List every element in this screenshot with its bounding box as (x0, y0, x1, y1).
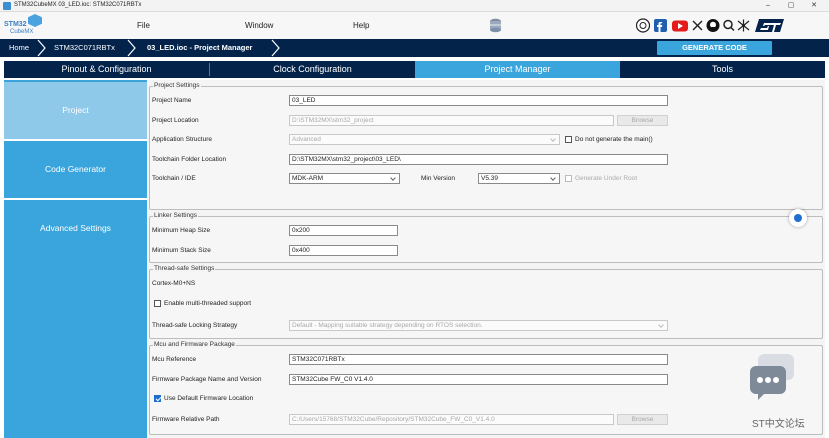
search-icon[interactable] (723, 19, 735, 32)
maximize-button[interactable]: ▢ (780, 0, 802, 12)
min-heap-size-label: Minimum Heap Size (152, 227, 211, 234)
application-structure-label: Application Structure (152, 136, 212, 143)
anniversary-icon[interactable] (636, 18, 651, 33)
social-links (636, 18, 784, 33)
help-bubble-icon[interactable] (789, 209, 807, 227)
st-logo-icon[interactable] (755, 19, 784, 32)
x-icon[interactable] (692, 20, 703, 31)
project-name-label: Project Name (152, 97, 192, 104)
toolchain-ide-label: Toolchain / IDE (152, 175, 196, 182)
tab-pinout-configuration[interactable]: Pinout & Configuration (4, 61, 209, 78)
core-label: Cortex-M0+NS (152, 280, 196, 287)
project-manager-content: Project Settings Project Name 03_LED Pro… (147, 80, 825, 438)
chevron-right-icon (37, 39, 46, 57)
thread-safe-settings-title: Thread-safe Settings (153, 265, 216, 272)
forum-label: ST中文论坛 (752, 419, 805, 430)
locking-strategy-select[interactable]: Default - Mapping suitable strategy depe… (289, 320, 668, 331)
mcu-reference-label: Mcu Reference (152, 356, 197, 363)
linker-settings-group: Linker Settings Minimum Heap Size 0x200 … (149, 212, 823, 263)
menu-window[interactable]: Window (245, 21, 273, 30)
cube-icon (28, 14, 42, 27)
stm32cubemx-logo: STM32 CubeMX (4, 14, 44, 38)
tab-project-manager[interactable]: Project Manager (415, 61, 620, 78)
mcu-reference-input[interactable]: STM32C071RBTx (289, 354, 668, 365)
title-bar: STM32CubeMX 03_LED.ioc: STM32C071RBTx – … (0, 0, 829, 12)
facebook-icon[interactable] (654, 19, 667, 32)
min-heap-size-input[interactable]: 0x200 (289, 225, 398, 236)
sidenav-item-project[interactable]: Project (4, 82, 147, 139)
toolchain-ide-select[interactable]: MDK-ARM (289, 173, 400, 184)
firmware-package-name-input[interactable]: STM32Cube FW_C0 V1.4.0 (289, 374, 668, 385)
mcu-firmware-package-group: Mcu and Firmware Package Mcu Reference S… (149, 341, 823, 435)
chevron-right-icon (127, 39, 136, 57)
sidenav-item-advanced-settings[interactable]: Advanced Settings (4, 200, 147, 257)
sidenav-item-code-generator[interactable]: Code Generator (4, 141, 147, 198)
do-not-generate-main-label: Do not generate the main() (575, 136, 653, 143)
use-default-firmware-location-label: Use Default Firmware Location (164, 395, 254, 402)
minimize-button[interactable]: – (757, 0, 779, 12)
main-tabs: Pinout & Configuration Clock Configurati… (4, 61, 825, 78)
min-stack-size-label: Minimum Stack Size (152, 247, 211, 254)
linker-settings-title: Linker Settings (153, 212, 198, 219)
breadcrumb: Home STM32C071RBTx 03_LED.ioc - Project … (0, 39, 829, 57)
toolchain-folder-input[interactable]: D:\STM32MX\stm32_project\03_LED\ (289, 154, 668, 165)
breadcrumb-home[interactable]: Home (9, 39, 29, 57)
github-icon[interactable] (706, 19, 720, 32)
tab-tools[interactable]: Tools (620, 61, 825, 78)
mcu-firmware-package-title: Mcu and Firmware Package (153, 341, 236, 348)
toolchain-folder-label: Toolchain Folder Location (152, 156, 227, 163)
min-version-select[interactable]: V5.39 (478, 173, 560, 184)
use-default-firmware-location-checkbox[interactable] (154, 395, 161, 402)
thread-safe-settings-group: Thread-safe Settings Cortex-M0+NS Enable… (149, 265, 823, 339)
min-version-label: Min Version (421, 175, 455, 182)
menu-help[interactable]: Help (353, 21, 369, 30)
window-title: STM32CubeMX 03_LED.ioc: STM32C071RBTx (14, 2, 142, 8)
project-name-input[interactable]: 03_LED (289, 95, 668, 106)
generate-under-root-label: Generate Under Root (575, 175, 638, 182)
generate-code-button[interactable]: GENERATE CODE (657, 41, 772, 55)
breadcrumb-project[interactable]: 03_LED.ioc - Project Manager (147, 39, 252, 57)
generate-under-root-checkbox[interactable] (565, 175, 572, 182)
project-settings-group: Project Settings Project Name 03_LED Pro… (149, 82, 823, 210)
chevron-right-icon (271, 39, 280, 57)
menu-bar: STM32 CubeMX File Window Help (0, 12, 829, 39)
breadcrumb-mcu[interactable]: STM32C071RBTx (54, 39, 115, 57)
project-settings-title: Project Settings (153, 82, 201, 89)
project-location-input[interactable]: D:\STM32MX\stm32_project (289, 115, 614, 126)
logo-text-cubemx: CubeMX (10, 29, 34, 35)
side-navigation: Project Code Generator Advanced Settings (4, 80, 147, 438)
database-icon[interactable] (489, 18, 502, 33)
firmware-relative-path-input[interactable]: C:/Users/15768/STM32Cube/Repository/STM3… (289, 414, 614, 425)
chat-bubble-icon (750, 354, 794, 400)
project-location-label: Project Location (152, 117, 199, 124)
menu-file[interactable]: File (137, 21, 150, 30)
multi-threaded-support-label: Enable multi-threaded support (164, 300, 252, 307)
network-icon[interactable] (737, 19, 750, 32)
youtube-icon[interactable] (672, 20, 688, 32)
close-button[interactable]: ✕ (803, 0, 825, 12)
application-structure-select[interactable]: Advanced (289, 134, 560, 145)
locking-strategy-label: Thread-safe Locking Strategy (152, 322, 238, 329)
firmware-package-name-label: Firmware Package Name and Version (152, 376, 262, 383)
multi-threaded-support-checkbox[interactable] (154, 300, 161, 307)
project-location-browse-button[interactable]: Browse (617, 115, 668, 126)
logo-text-stm32: STM32 (4, 21, 27, 28)
firmware-relative-path-label: Firmware Relative Path (152, 416, 220, 423)
forum-chat-widget[interactable]: ST中文论坛 (748, 352, 805, 430)
do-not-generate-main-checkbox[interactable] (565, 136, 572, 143)
app-icon (3, 2, 11, 10)
min-stack-size-input[interactable]: 0x400 (289, 245, 398, 256)
firmware-path-browse-button[interactable]: Browse (617, 414, 668, 425)
tab-clock-configuration[interactable]: Clock Configuration (210, 61, 415, 78)
